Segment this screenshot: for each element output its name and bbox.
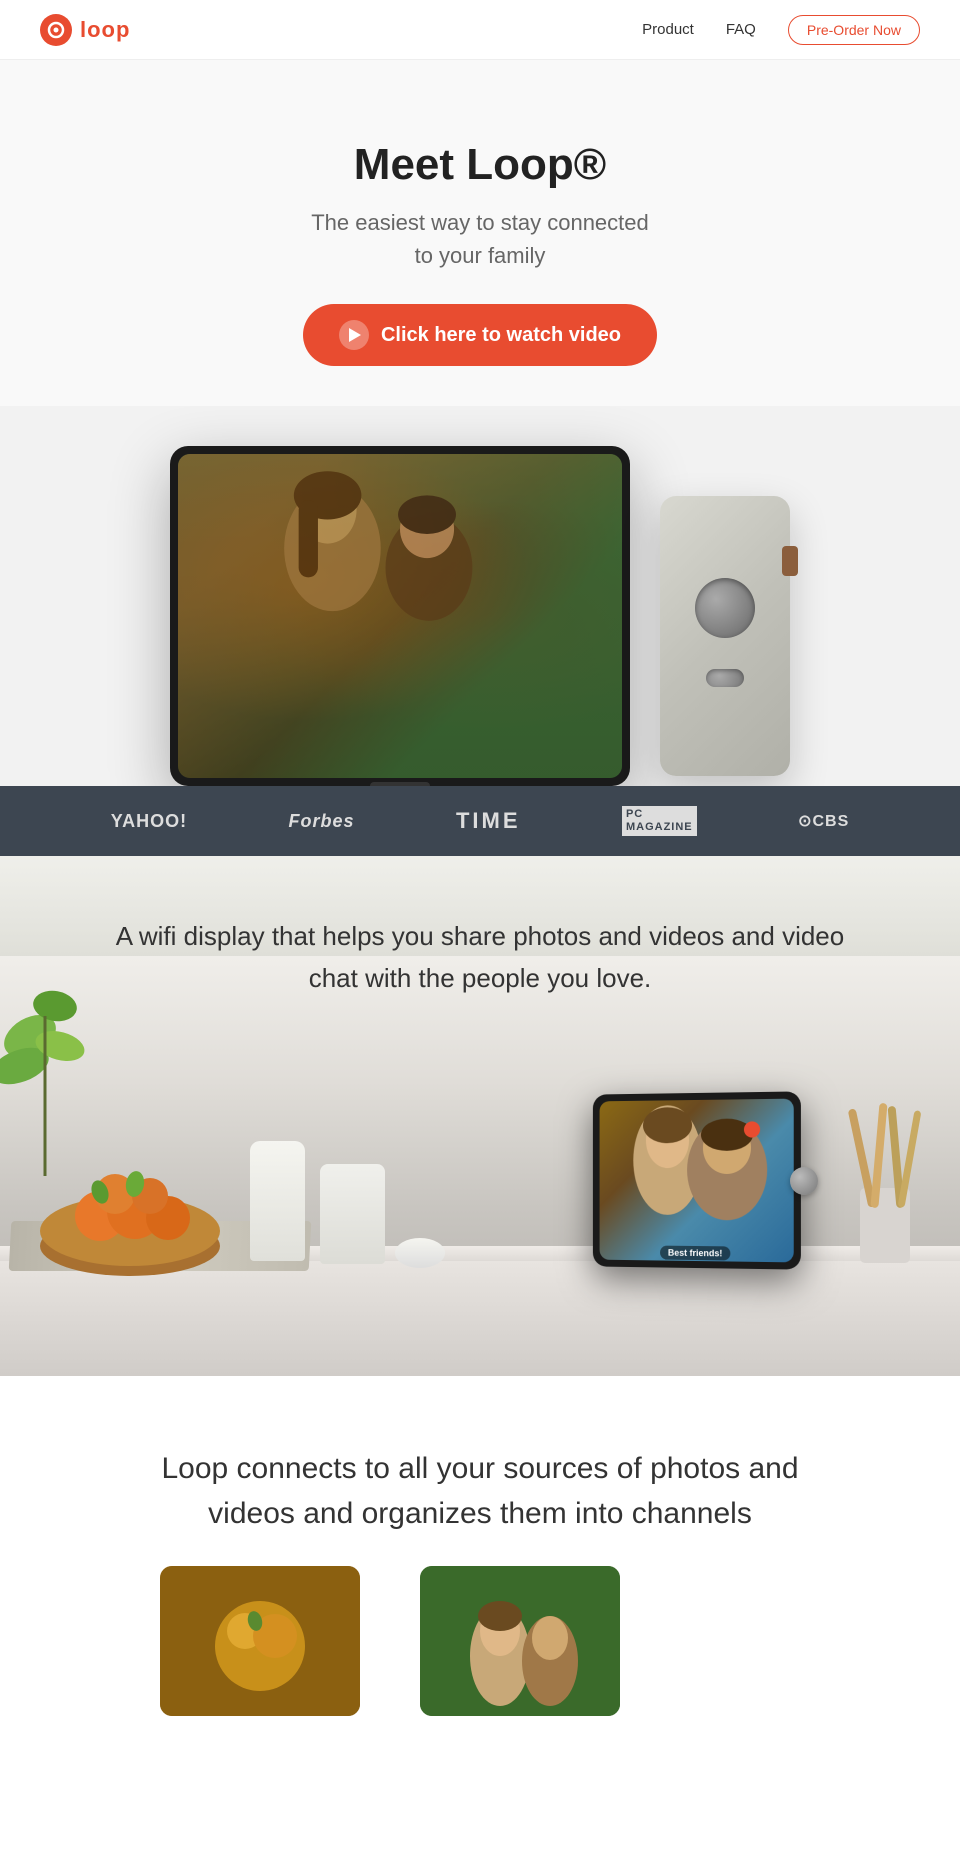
play-icon (339, 320, 369, 350)
white-vase (250, 1141, 305, 1261)
channels-section: Loop connects to all your sources of pho… (0, 1376, 960, 1756)
thumb-food (160, 1566, 360, 1716)
logo-text: loop (80, 17, 130, 43)
press-yahoo: YAHOO! (111, 811, 187, 832)
press-time: TIME (456, 808, 521, 834)
device-screen (178, 454, 622, 778)
device-stand (370, 782, 430, 786)
channel-thumbnails (80, 1536, 880, 1716)
hero-subtitle: The easiest way to stay connected to you… (40, 206, 920, 272)
hero-title: Meet Loop® (40, 140, 920, 190)
thumb-family (420, 1566, 620, 1716)
device-front (170, 446, 630, 786)
white-pitcher (320, 1164, 385, 1264)
logo-icon (40, 14, 72, 46)
device-knob-main (695, 578, 755, 638)
press-pcmag: PCMAGAZINE (622, 806, 697, 836)
kitchen-device: Best friends! (590, 1093, 800, 1268)
channels-title: Loop connects to all your sources of pho… (80, 1446, 880, 1536)
play-triangle (349, 328, 361, 342)
utensil-holder (840, 1088, 930, 1268)
logo[interactable]: loop (40, 14, 130, 46)
wifi-description: A wifi display that helps you share phot… (0, 856, 960, 1029)
press-bar: YAHOO! Forbes TIME PCMAGAZINE ⊙CBS (0, 786, 960, 856)
device-knob (790, 1167, 818, 1195)
hero-section: Meet Loop® The easiest way to stay conne… (0, 60, 960, 406)
counter-surface (0, 1261, 960, 1376)
device-side-view (660, 496, 790, 776)
press-cbs: ⊙CBS (798, 811, 849, 831)
watch-video-button[interactable]: Click here to watch video (303, 304, 657, 366)
wifi-section: A wifi display that helps you share phot… (0, 856, 960, 1376)
product-image-section (0, 406, 960, 786)
preorder-button[interactable]: Pre-Order Now (788, 15, 920, 45)
press-forbes: Forbes (289, 811, 355, 832)
screen-caption: Best friends! (660, 1246, 730, 1261)
device-knob-secondary (706, 669, 744, 687)
pc-box: PCMAGAZINE (622, 806, 697, 836)
nav-link-product[interactable]: Product (642, 21, 694, 38)
kitchen-composite: Best friends! (0, 996, 960, 1376)
device-plug (782, 546, 798, 576)
navbar: loop Product FAQ Pre-Order Now (0, 0, 960, 60)
nav-link-faq[interactable]: FAQ (726, 21, 756, 38)
nav-links: Product FAQ Pre-Order Now (642, 15, 920, 45)
